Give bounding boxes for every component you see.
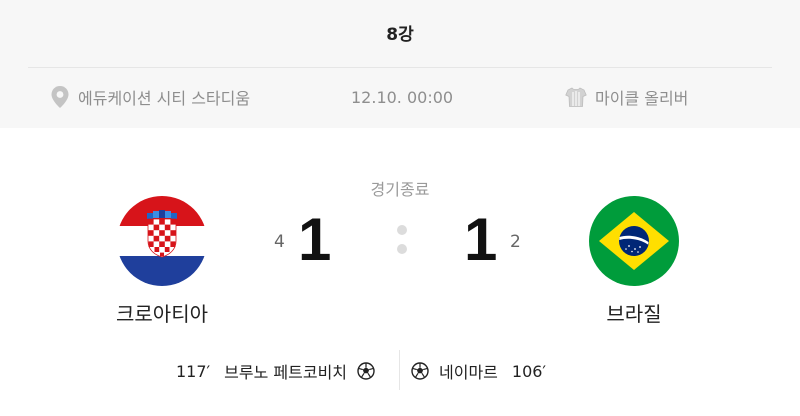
home-penalty-score: 4	[274, 232, 285, 252]
soccer-ball-icon	[357, 362, 375, 380]
brazil-flag-icon[interactable]	[589, 196, 679, 286]
match-status: 경기종료	[370, 180, 430, 199]
match-info-row: 에듀케이션 시티 스타디움 12.10. 00:00 마이클 올리버	[0, 84, 800, 110]
croatia-flag-icon[interactable]	[117, 196, 207, 286]
referee-label: 마이클 올리버	[595, 89, 689, 108]
venue-label: 에듀케이션 시티 스타디움	[78, 89, 251, 108]
round-title: 8강	[386, 25, 414, 45]
away-score: 1	[464, 206, 498, 273]
datetime-label: 12.10. 00:00	[351, 87, 454, 107]
match-info-panel: 8강 에듀케이션 시티 스타디움 12.10. 00:00 마이클 올리버	[0, 0, 800, 128]
away-penalty-score: 2	[510, 232, 521, 252]
venue: 에듀케이션 시티 스타디움	[50, 84, 250, 110]
goal-scorers: 117′ 브루노 페트코비치 네이마르 106′	[0, 356, 800, 386]
location-pin-icon	[50, 85, 70, 109]
home-goal-scorer: 117′ 브루노 페트코비치	[176, 356, 375, 386]
score-separator-dot	[397, 225, 407, 235]
match-datetime: 12.10. 00:00	[351, 84, 453, 110]
away-goal-player[interactable]: 네이마르	[439, 359, 498, 383]
home-team-name[interactable]: 크로아티아	[72, 298, 252, 327]
away-goal-scorer: 네이마르 106′	[411, 356, 546, 386]
score-separator-dot	[397, 244, 407, 254]
away-goal-minute: 106′	[511, 361, 547, 381]
referee: 마이클 올리버	[565, 84, 688, 110]
home-score: 1	[298, 206, 332, 273]
home-goal-minute: 117′	[176, 361, 211, 381]
divider	[28, 67, 772, 68]
referee-shirt-icon	[565, 86, 587, 108]
soccer-ball-icon	[411, 362, 429, 380]
away-team-name[interactable]: 브라질	[544, 298, 724, 327]
home-goal-player[interactable]: 브루노 페트코비치	[224, 359, 347, 383]
